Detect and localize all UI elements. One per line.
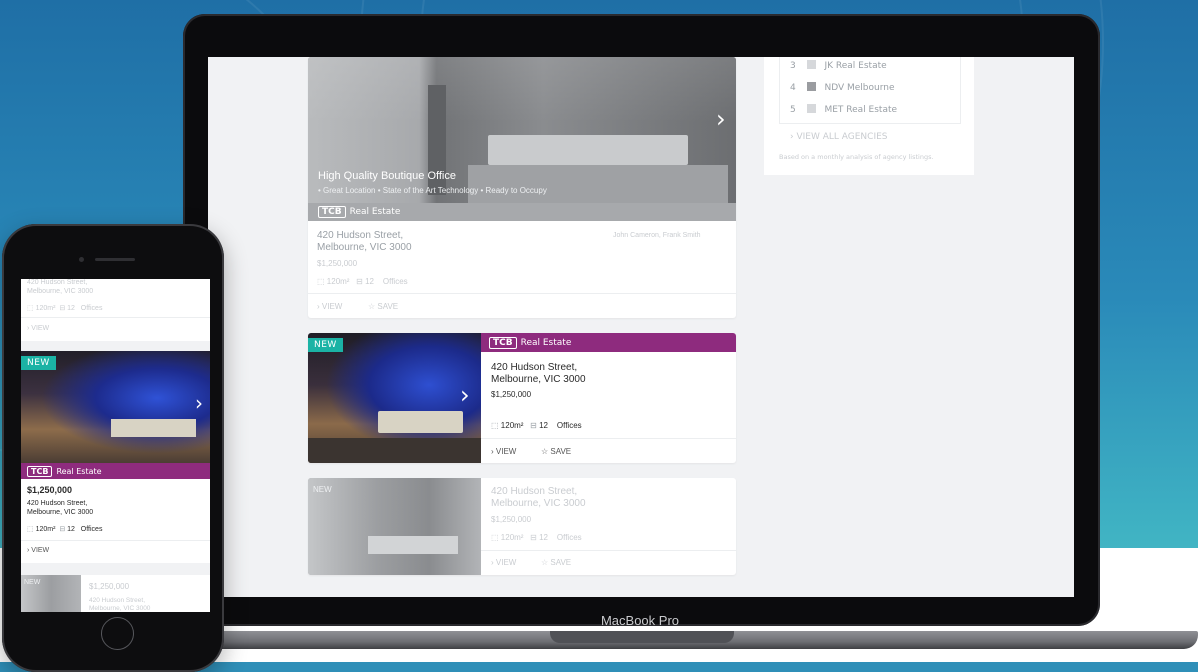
desk-icon: ⊟ [356, 277, 363, 286]
divider [481, 438, 736, 439]
listing-city: Melbourne, VIC 3000 [27, 288, 94, 295]
listing-price: $1,250,000 [491, 515, 532, 524]
listing-street: 420 Hudson Street, [317, 230, 404, 241]
agency-name: Real Estate [349, 207, 401, 217]
area-icon: ⬚ [317, 277, 325, 286]
agency-logo-icon [806, 82, 816, 91]
view-button[interactable]: › VIEW [491, 447, 516, 456]
panel-footnote: Based on a monthly analysis of agency li… [779, 153, 934, 161]
listing-specs: ⬚ 120m² ⊟ 12 Offices [491, 421, 582, 430]
listing-city: Melbourne, VIC 3000 [89, 605, 151, 612]
chevron-right-icon[interactable]: › [195, 391, 203, 415]
chevron-right-icon[interactable]: › [460, 381, 470, 409]
listing-street: 420 Hudson Street, [89, 597, 146, 604]
new-badge: NEW [24, 579, 41, 586]
listing-price: $1,250,000 [491, 390, 532, 399]
listing-card[interactable]: NEW 420 Hudson Street, Melbourne, VIC 30… [308, 478, 736, 575]
listing-city: Melbourne, VIC 3000 [491, 374, 586, 385]
photo-detail [488, 135, 688, 165]
laptop-brand-label: MacBook Pro [600, 613, 680, 628]
listing-specs: ⬚ 120m² ⊟ 12 Offices [317, 277, 408, 286]
listing-card-active[interactable]: NEW › TCB Real Estate 420 Hudson Street,… [308, 333, 736, 463]
listing-card[interactable]: › High Quality Boutique Office • Great L… [308, 57, 736, 318]
listing-agents: John Cameron, Frank Smith [613, 232, 701, 239]
photo-detail [308, 438, 481, 463]
listing-specs: ⬚ 120m² ⊟ 12 Offices [491, 533, 582, 542]
listing-price: $1,250,000 [317, 259, 358, 268]
listing-city: Melbourne, VIC 3000 [491, 498, 586, 509]
listing-title: High Quality Boutique Office [318, 170, 456, 182]
listing-street: 420 Hudson Street, [491, 486, 578, 497]
phone-speaker [95, 258, 135, 261]
view-button[interactable]: › VIEW [27, 547, 49, 554]
top-agencies-panel: 3 JK Real Estate 4 NDV Melbourne 5 MET R… [764, 57, 974, 175]
agency-logo: TCB [489, 336, 517, 349]
list-gap [21, 341, 210, 351]
photo-detail [378, 411, 463, 433]
photo-detail [368, 536, 458, 554]
view-all-agencies-link[interactable]: › VIEW ALL AGENCIES [790, 132, 888, 142]
listing-photo[interactable]: › High Quality Boutique Office • Great L… [308, 57, 736, 221]
agency-row[interactable]: 3 JK Real Estate [790, 60, 887, 71]
divider [481, 550, 736, 551]
phone-camera [79, 257, 84, 262]
agency-logo: TCB [27, 465, 53, 477]
photo-detail [111, 419, 196, 437]
divider [308, 293, 736, 294]
chevron-right-icon[interactable]: › [716, 105, 726, 133]
agency-bar: TCB Real Estate [21, 463, 210, 479]
listing-features: • Great Location • State of the Art Tech… [318, 186, 547, 195]
listing-city: Melbourne, VIC 3000 [27, 509, 94, 516]
view-button[interactable]: › VIEW [27, 325, 49, 332]
view-button[interactable]: › VIEW [317, 302, 342, 311]
listing-city: Melbourne, VIC 3000 [317, 242, 412, 253]
divider [21, 540, 210, 541]
agency-logo-icon [806, 60, 816, 69]
new-badge: NEW [308, 338, 343, 352]
agency-name: Real Estate [520, 337, 572, 348]
agency-bar: TCB Real Estate [308, 203, 736, 221]
listing-price: $1,250,000 [27, 485, 73, 495]
laptop-screen: 3 JK Real Estate 4 NDV Melbourne 5 MET R… [208, 57, 1074, 597]
view-button[interactable]: › VIEW [491, 558, 516, 567]
list-gap [21, 563, 210, 575]
office-image [308, 478, 481, 575]
agency-name: Real Estate [56, 466, 102, 476]
desk-icon: ⊟ [59, 305, 66, 312]
agency-row[interactable]: 5 MET Real Estate [790, 104, 897, 115]
listing-specs: ⬚ 120m² ⊟ 12 Offices [27, 305, 103, 312]
save-button[interactable]: ☆ SAVE [368, 302, 398, 311]
home-button[interactable] [101, 617, 134, 650]
area-icon: ⬚ [27, 526, 34, 533]
agency-logo-icon [806, 104, 816, 113]
listing-street: 420 Hudson Street, [491, 362, 578, 373]
area-icon: ⬚ [27, 305, 34, 312]
divider [21, 317, 210, 318]
listing-photo[interactable]: NEW [21, 575, 81, 612]
agency-list: 3 JK Real Estate 4 NDV Melbourne 5 MET R… [779, 57, 961, 124]
phone-screen: 420 Hudson Street, Melbourne, VIC 3000 ⬚… [21, 279, 210, 612]
listing-street: 420 Hudson Street, [27, 279, 88, 286]
area-icon: ⬚ [491, 421, 499, 430]
area-icon: ⬚ [491, 533, 499, 542]
agency-bar: TCB Real Estate [481, 333, 736, 352]
agency-row[interactable]: 4 NDV Melbourne [790, 82, 895, 93]
desk-icon: ⊟ [530, 533, 537, 542]
laptop-notch [550, 631, 734, 643]
save-button[interactable]: ☆ SAVE [541, 447, 571, 456]
agency-logo: TCB [318, 206, 346, 218]
save-button[interactable]: ☆ SAVE [541, 558, 571, 567]
listing-photo[interactable]: NEW › [308, 333, 481, 463]
listing-photo[interactable]: NEW › [21, 351, 210, 463]
listing-photo[interactable]: NEW [308, 478, 481, 575]
desk-icon: ⊟ [530, 421, 537, 430]
listing-street: 420 Hudson Street, [27, 500, 88, 507]
listing-price: $1,250,000 [89, 582, 130, 591]
listing-specs: ⬚ 120m² ⊟ 12 Offices [27, 526, 103, 533]
desk-icon: ⊟ [59, 526, 66, 533]
new-badge: NEW [21, 356, 56, 370]
new-badge: NEW [313, 485, 332, 494]
